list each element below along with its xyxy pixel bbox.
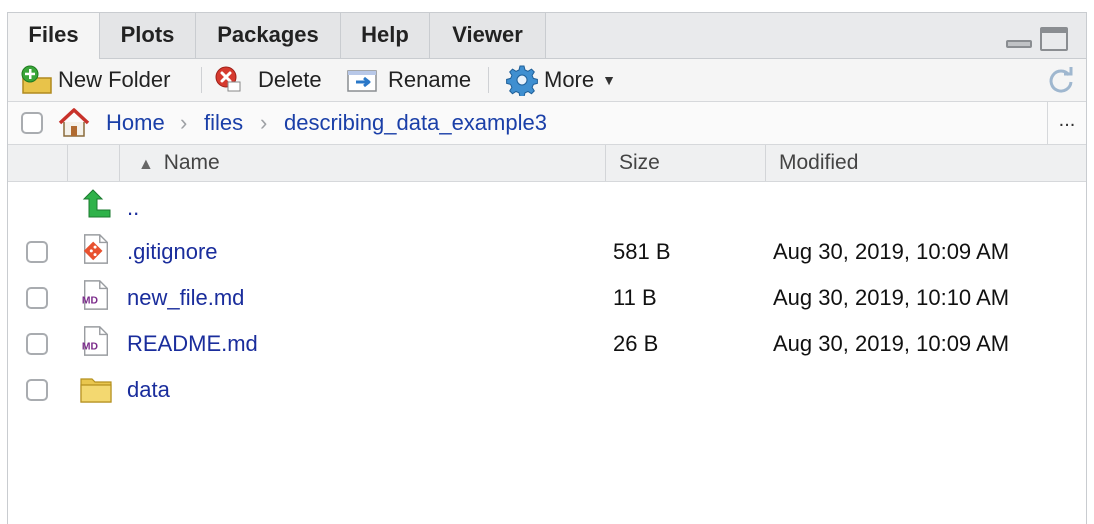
files-toolbar: New Folder Delete Rename More ▼ bbox=[8, 59, 1086, 102]
rename-icon bbox=[347, 70, 377, 92]
refresh-icon bbox=[1049, 67, 1073, 93]
markdown-file-icon: MD bbox=[82, 280, 108, 310]
gear-icon bbox=[506, 65, 538, 96]
breadcrumb: Home › files › describing_data_example3 … bbox=[8, 102, 1086, 145]
breadcrumb-files[interactable]: files bbox=[204, 102, 243, 144]
file-size: 26 B bbox=[613, 331, 659, 356]
toolbar-divider bbox=[201, 67, 202, 93]
column-header-modified[interactable]: Modified bbox=[779, 145, 858, 181]
files-pane: Files Plots Packages Help Viewer New Fol… bbox=[7, 12, 1087, 524]
row-checkbox[interactable] bbox=[26, 287, 48, 309]
home-icon[interactable] bbox=[56, 106, 92, 140]
row-checkbox[interactable] bbox=[26, 333, 48, 355]
column-divider bbox=[67, 145, 68, 181]
new-folder-button[interactable]: New Folder bbox=[20, 59, 170, 101]
new-folder-label: New Folder bbox=[58, 67, 171, 92]
go-to-directory-button[interactable]: ... bbox=[1047, 102, 1086, 144]
chevron-right-icon: › bbox=[260, 110, 268, 135]
svg-text:MD: MD bbox=[82, 341, 99, 352]
refresh-button[interactable] bbox=[1046, 65, 1076, 95]
file-size: 581 B bbox=[613, 239, 671, 264]
tab-packages[interactable]: Packages bbox=[196, 13, 341, 58]
file-modified: Aug 30, 2019, 10:09 AM bbox=[773, 331, 1010, 356]
more-label: More bbox=[544, 67, 595, 92]
file-table-header: ▲ Name Size Modified bbox=[8, 145, 1086, 182]
column-divider bbox=[119, 145, 120, 181]
delete-button[interactable]: Delete bbox=[214, 59, 322, 101]
file-name-link[interactable]: .gitignore bbox=[127, 229, 218, 275]
table-row: MD new_file.md 11 B Aug 30, 2019, 10:10 … bbox=[8, 275, 1086, 321]
column-header-size[interactable]: Size bbox=[619, 145, 660, 181]
toolbar-divider bbox=[488, 67, 489, 93]
more-menu-button[interactable]: More ▼ bbox=[506, 59, 616, 101]
svg-text:MD: MD bbox=[82, 295, 99, 306]
table-row: MD README.md 26 B Aug 30, 2019, 10:09 AM bbox=[8, 321, 1086, 367]
delete-label: Delete bbox=[258, 67, 322, 92]
maximize-pane-button[interactable] bbox=[1040, 27, 1068, 51]
breadcrumb-home[interactable]: Home bbox=[106, 102, 165, 144]
parent-directory-row[interactable]: .. bbox=[8, 185, 1086, 231]
column-header-name[interactable]: ▲ Name bbox=[138, 145, 220, 181]
file-name-link[interactable]: README.md bbox=[127, 321, 258, 367]
table-row: data bbox=[8, 367, 1086, 413]
breadcrumb-current[interactable]: describing_data_example3 bbox=[284, 102, 547, 144]
tab-plots[interactable]: Plots bbox=[100, 13, 196, 58]
row-checkbox[interactable] bbox=[26, 379, 48, 401]
column-name-label: Name bbox=[163, 151, 220, 174]
file-modified: Aug 30, 2019, 10:09 AM bbox=[773, 239, 1010, 264]
file-modified: Aug 30, 2019, 10:10 AM bbox=[773, 285, 1010, 310]
file-size: 11 B bbox=[613, 285, 657, 310]
git-file-icon bbox=[83, 234, 108, 264]
tab-help[interactable]: Help bbox=[341, 13, 430, 58]
row-checkbox[interactable] bbox=[26, 241, 48, 263]
go-up-arrow-icon bbox=[82, 189, 111, 218]
delete-icon bbox=[215, 66, 241, 92]
markdown-file-icon: MD bbox=[82, 326, 108, 356]
chevron-right-icon: › bbox=[180, 110, 188, 135]
select-all-checkbox[interactable] bbox=[21, 112, 43, 134]
minimize-pane-button[interactable] bbox=[1006, 40, 1032, 48]
parent-directory-link[interactable]: .. bbox=[127, 185, 139, 231]
table-row: .gitignore 581 B Aug 30, 2019, 10:09 AM bbox=[8, 229, 1086, 275]
tab-viewer[interactable]: Viewer bbox=[430, 13, 546, 58]
column-divider bbox=[605, 145, 606, 181]
caret-down-icon: ▼ bbox=[602, 72, 616, 88]
rename-label: Rename bbox=[388, 67, 472, 92]
pane-window-controls bbox=[1006, 27, 1070, 53]
tab-files[interactable]: Files bbox=[8, 13, 100, 59]
new-folder-icon bbox=[21, 65, 52, 94]
tab-bar: Files Plots Packages Help Viewer bbox=[8, 13, 1086, 59]
rename-button[interactable]: Rename bbox=[346, 59, 471, 101]
file-name-link[interactable]: data bbox=[127, 367, 170, 413]
sort-ascending-icon: ▲ bbox=[138, 156, 154, 173]
column-divider bbox=[765, 145, 766, 181]
folder-icon bbox=[80, 378, 112, 403]
file-name-link[interactable]: new_file.md bbox=[127, 275, 244, 321]
